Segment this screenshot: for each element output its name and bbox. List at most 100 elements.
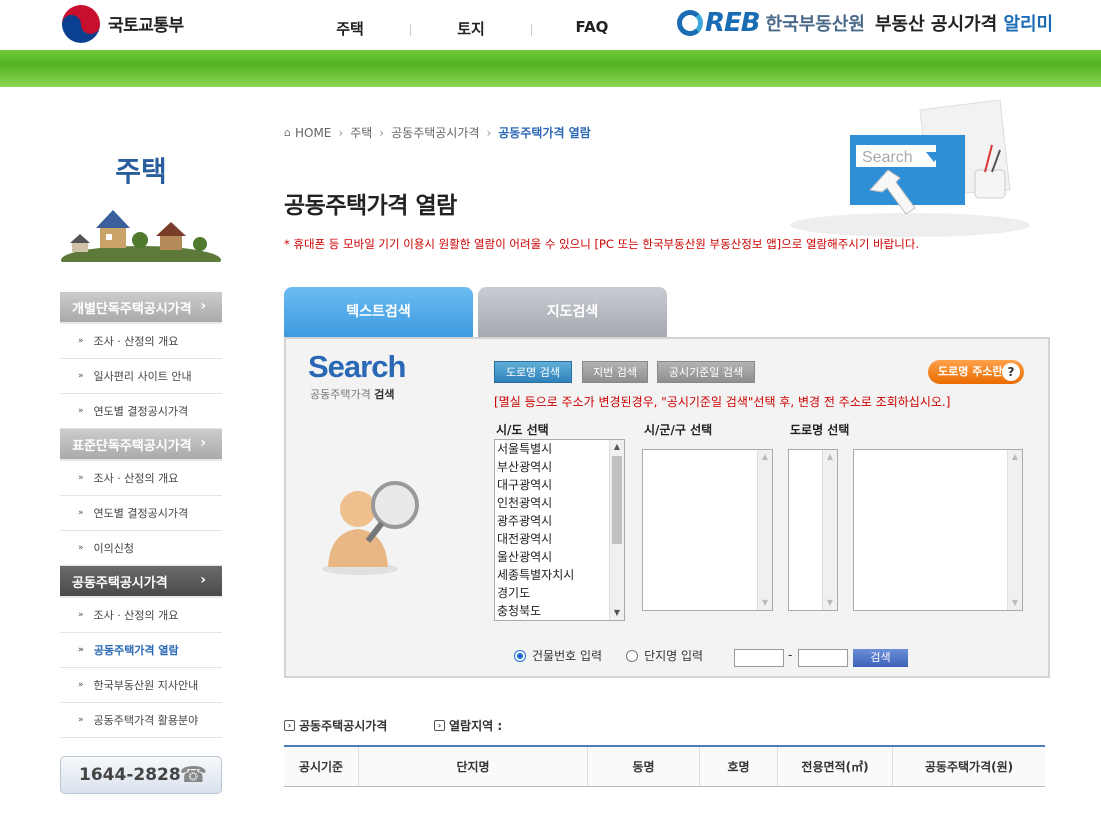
header: 국토교통부 주택 토지 FAQ REB 한국부동산원 부동산 공시가격 알리미 (0, 0, 1101, 50)
sido-option[interactable]: 인천광역시 (495, 494, 624, 512)
scroll-thumb[interactable] (612, 456, 622, 544)
chevron-right-icon: › (486, 125, 492, 140)
road-label: 도로명 선택 (790, 423, 850, 437)
sido-option[interactable]: 경기도 (495, 584, 624, 602)
building-number-label[interactable]: 건물번호 입력 (532, 647, 602, 664)
scrollbar[interactable]: ▲ ▼ (1007, 450, 1022, 610)
scrollbar[interactable]: ▲ ▼ (757, 450, 772, 610)
gnb-item-faq[interactable]: FAQ (532, 18, 652, 39)
breadcrumb-home[interactable]: HOME (295, 126, 331, 140)
address-change-warning: [멸실 등으로 주소가 변경된경우, "공시기준일 검색"선택 후, 변경 전 … (494, 395, 951, 409)
bullet-icon: » (78, 508, 84, 518)
gnb-item-housing[interactable]: 주택 (290, 18, 410, 39)
lnb-item[interactable]: » 조사 · 산정의 개요 (60, 324, 222, 359)
lnb-group-individual[interactable]: 개별단독주택공시가격 › (60, 292, 222, 324)
lnb-title: 주택 (115, 155, 167, 188)
building-main-number-input[interactable] (734, 649, 784, 667)
gnb-item-land[interactable]: 토지 (411, 18, 531, 39)
bullet-icon: » (78, 473, 84, 483)
sigungu-select[interactable]: ▲ ▼ (642, 449, 773, 611)
sido-option[interactable]: 부산광역시 (495, 458, 624, 476)
road-name-select[interactable]: ▲ ▼ (853, 449, 1023, 611)
section-region: › 열람지역 : (434, 717, 502, 734)
lnb-menu: 개별단독주택공시가격 › » 조사 · 산정의 개요 » 일사편리 사이트 안내 » 연… (60, 292, 222, 738)
chevron-right-icon: › (200, 298, 206, 314)
result-table-header: 공시기준 단지명 동명 호명 전용면적(㎡) 공동주택가격(원) (284, 745, 1045, 787)
lnb-item-active[interactable]: » 공동주택가격 열람 (60, 633, 222, 668)
telephone-icon: ☎ (179, 763, 207, 788)
building-sub-number-input[interactable] (798, 649, 848, 667)
lnb-item[interactable]: » 연도별 결정공시가격 (60, 394, 222, 429)
column-header: 호명 (700, 747, 778, 786)
building-number-radio[interactable] (514, 649, 526, 662)
lot-number-search-button[interactable]: 지번 검색 (582, 361, 648, 383)
scroll-up-icon[interactable]: ▲ (758, 450, 772, 464)
lnb-group-apartment[interactable]: 공동주택공시가격 › (60, 566, 222, 598)
question-icon: ? (1002, 363, 1020, 381)
illustration-search-text: Search (862, 149, 913, 166)
breadcrumb-item[interactable]: 공동주택공시가격 (391, 124, 479, 141)
tab-text-search[interactable]: 텍스트검색 (284, 287, 473, 337)
lnb-item[interactable]: » 한국부동산원 지사안내 (60, 668, 222, 703)
reb-logo[interactable]: REB 한국부동산원 부동산 공시가격 알리미 (677, 8, 1053, 38)
column-header: 전용면적(㎡) (778, 747, 893, 786)
scroll-up-icon[interactable]: ▲ (823, 450, 837, 464)
lnb-item[interactable]: » 일사편리 사이트 안내 (60, 359, 222, 394)
bullet-icon: » (78, 715, 84, 725)
bullet-icon: » (78, 336, 84, 346)
search-illustration: Search (790, 100, 1030, 237)
lnb-item[interactable]: » 연도별 결정공시가격 (60, 496, 222, 531)
lnb-item[interactable]: » 조사 · 산정의 개요 (60, 461, 222, 496)
lnb-group-standard[interactable]: 표준단독주택공시가격 › (60, 429, 222, 461)
lnb-item[interactable]: » 이의신청 (60, 531, 222, 566)
sido-option[interactable]: 울산광역시 (495, 548, 624, 566)
scrollbar[interactable]: ▲ ▼ (609, 440, 624, 620)
site-slogan: 부동산 공시가격 알리미 (874, 14, 1054, 35)
road-name-search-button[interactable]: 도로명 검색 (494, 361, 572, 383)
lnb-item[interactable]: » 조사 · 산정의 개요 (60, 598, 222, 633)
breadcrumb: ⌂ HOME › 주택 › 공동주택공시가격 › 공동주택가격 열람 (284, 124, 591, 141)
road-initial-select[interactable]: ▲ ▼ (788, 449, 838, 611)
bullet-icon: » (78, 543, 84, 553)
breadcrumb-current: 공동주택가격 열람 (498, 126, 591, 140)
phone-contact: 1644-2828 ☎ (60, 756, 222, 794)
column-header: 공동주택가격(원) (924, 760, 1014, 774)
scroll-down-icon[interactable]: ▼ (758, 596, 772, 610)
column-header: 단지명 (359, 747, 588, 786)
bullet-icon: » (78, 371, 84, 381)
complex-name-radio[interactable] (626, 649, 639, 662)
notice-date-search-button[interactable]: 공시기준일 검색 (657, 361, 755, 383)
gov-name[interactable]: 국토교통부 (108, 11, 184, 36)
chevron-right-icon: › (200, 572, 206, 588)
search-button[interactable]: 검색 (853, 649, 908, 667)
green-banner-bar (0, 50, 1101, 87)
scroll-up-icon[interactable]: ▲ (610, 440, 624, 454)
scroll-down-icon[interactable]: ▼ (823, 596, 837, 610)
sido-option[interactable]: 대전광역시 (495, 530, 624, 548)
scrollbar[interactable]: ▲ ▼ (822, 450, 837, 610)
sido-option[interactable]: 대구광역시 (495, 476, 624, 494)
road-address-button[interactable]: 도로명 주소란? (928, 360, 1024, 384)
scroll-up-icon[interactable]: ▲ (1008, 450, 1022, 464)
bullet-icon: » (78, 610, 84, 620)
lnb-item[interactable]: » 공동주택가격 활용분야 (60, 703, 222, 738)
input-type-radios: 건물번호 입력 단지명 입력 (514, 647, 727, 664)
scroll-down-icon[interactable]: ▼ (1008, 596, 1022, 610)
search-panel: Search 공동주택가격 검색 도로명 검색 지번 검색 공시기준일 검색 도… (284, 337, 1050, 678)
sido-option[interactable]: 세종특별자치시 (495, 566, 624, 584)
sido-option[interactable]: 서울특별시 (495, 440, 624, 458)
search-logo: Search (308, 349, 406, 384)
bullet-icon: » (78, 406, 84, 416)
page-title: 공동주택가격 열람 (284, 193, 457, 219)
tab-map-search[interactable]: 지도검색 (478, 287, 667, 337)
reb-korean-name: 한국부동산원 (765, 14, 865, 35)
scroll-down-icon[interactable]: ▼ (610, 606, 624, 620)
sido-option[interactable]: 광주광역시 (495, 512, 624, 530)
sido-select[interactable]: 서울특별시 부산광역시 대구광역시 인천광역시 광주광역시 대전광역시 울산광역… (494, 439, 625, 621)
sido-option[interactable]: 충청북도 (495, 602, 624, 620)
column-header: 동명 (588, 747, 700, 786)
government-emblem-icon[interactable] (62, 5, 100, 43)
person-magnifier-illustration (322, 481, 419, 575)
breadcrumb-item[interactable]: 주택 (350, 124, 372, 141)
complex-name-label[interactable]: 단지명 입력 (644, 647, 703, 664)
